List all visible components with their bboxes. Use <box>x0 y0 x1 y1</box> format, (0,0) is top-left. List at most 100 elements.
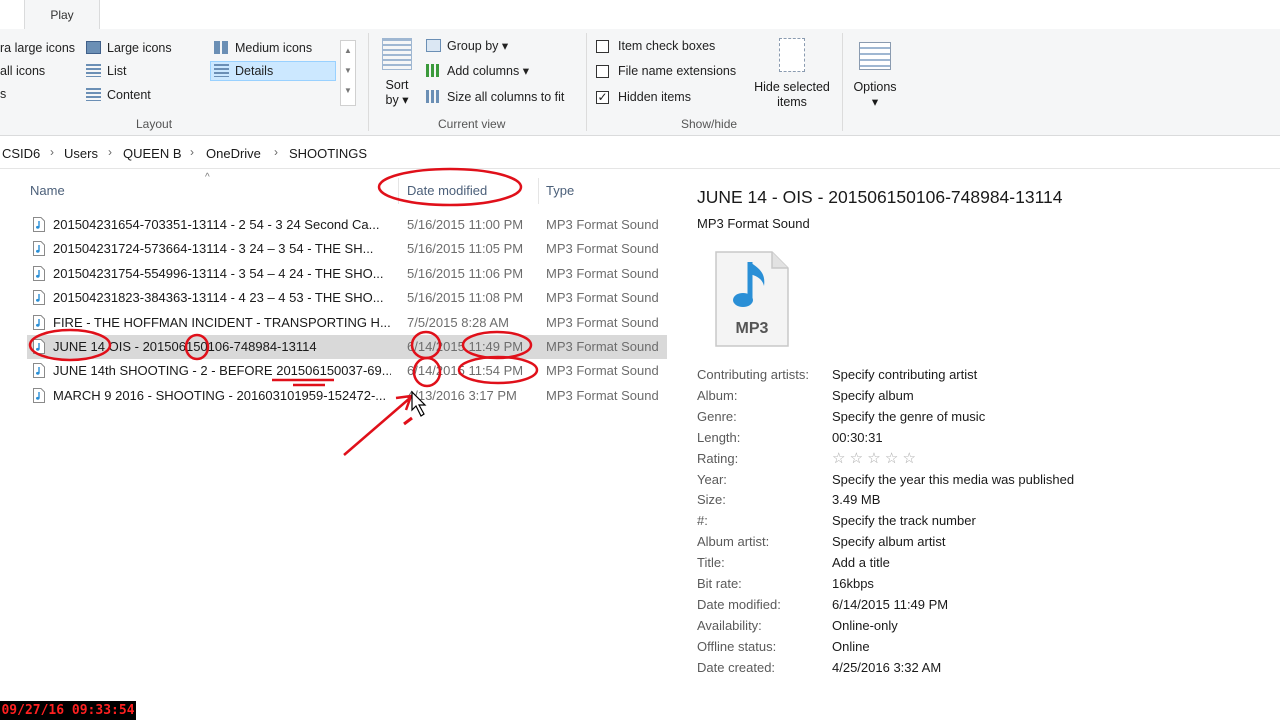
audio-file-icon <box>33 363 45 379</box>
layout-small-icons[interactable]: all icons <box>0 62 45 80</box>
breadcrumb-item[interactable]: Users <box>64 146 98 161</box>
hide-selected-items-button[interactable]: Hide selected items <box>750 38 834 112</box>
layout-tiles[interactable]: s <box>0 85 6 103</box>
group-by-button[interactable]: Group by ▾ <box>426 37 508 55</box>
file-name-extensions-label[interactable]: File name extensions <box>618 62 736 80</box>
ribbon-tab-strip <box>0 0 1280 30</box>
property-label: Size: <box>697 492 726 508</box>
property-value[interactable]: Add a title <box>832 555 890 570</box>
property-value[interactable]: Online <box>832 639 870 654</box>
options-button[interactable]: Options ▾ <box>848 38 902 112</box>
file-row[interactable]: MARCH 9 2016 - SHOOTING - 201603101959-1… <box>27 384 667 408</box>
audio-file-icon <box>33 290 45 306</box>
chevron-right-icon[interactable]: › <box>274 145 278 159</box>
audio-file-icon <box>33 339 45 354</box>
audio-file-icon <box>33 314 45 330</box>
item-check-boxes-checkbox[interactable] <box>596 40 609 53</box>
mp3-icon-label: MP3 <box>735 320 769 337</box>
hidden-items-label[interactable]: Hidden items <box>618 88 691 106</box>
breadcrumb-item[interactable]: CSID6 <box>2 146 40 161</box>
breadcrumb-item[interactable]: OneDrive <box>206 146 261 161</box>
expand-gallery-icon: ▼ <box>344 86 352 95</box>
options-icon <box>859 42 891 70</box>
layout-content[interactable]: Content <box>86 86 151 104</box>
sort-ascending-icon: ^ <box>205 172 210 183</box>
annotation-mark <box>403 416 413 426</box>
details-icon <box>214 64 229 77</box>
file-type: MP3 Format Sound <box>546 265 659 281</box>
file-name: 201504231754-554996-13114 - 3 54 – 4 24 … <box>53 265 384 281</box>
group-label-layout: Layout <box>136 117 173 131</box>
sort-by-button[interactable]: Sort by ▾ <box>380 38 414 108</box>
file-type: MP3 Format Sound <box>546 387 659 403</box>
file-date-modified: 5/16/2015 11:00 PM <box>407 217 524 232</box>
column-header-date-modified[interactable]: Date modified <box>407 183 487 198</box>
details-title: JUNE 14 - OIS - 201506150106-748984-1311… <box>697 187 1063 207</box>
chevron-right-icon[interactable]: › <box>108 145 112 159</box>
tab-play[interactable]: Play <box>24 0 100 29</box>
property-value[interactable]: 16kbps <box>832 576 874 591</box>
divider <box>368 33 369 131</box>
file-date-modified: 5/16/2015 11:05 PM <box>407 241 524 257</box>
layout-details[interactable]: Details <box>210 61 336 81</box>
property-value[interactable]: Online-only <box>832 618 898 633</box>
chevron-right-icon[interactable]: › <box>190 145 194 159</box>
item-check-boxes-label[interactable]: Item check boxes <box>618 37 715 55</box>
property-value[interactable]: Specify contributing artist <box>832 367 977 382</box>
file-name: JUNE 14th SHOOTING - 2 - BEFORE 20150615… <box>53 363 391 379</box>
file-name: 201504231823-384363-13114 - 4 23 – 4 53 … <box>53 290 384 306</box>
file-row[interactable]: 201504231754-554996-13114 - 3 54 – 4 24 … <box>27 262 667 286</box>
file-row[interactable]: 201504231823-384363-13114 - 4 23 – 4 53 … <box>27 286 667 310</box>
property-value[interactable]: Specify album <box>832 388 914 403</box>
hide-selected-icon <box>779 38 805 72</box>
mp3-file-icon: MP3 <box>714 250 790 348</box>
property-value[interactable]: Specify the genre of music <box>832 409 985 424</box>
file-row[interactable]: JUNE 14th SHOOTING - 2 - BEFORE 20150615… <box>27 359 667 383</box>
file-row[interactable]: 201504231724-573664-13114 - 3 24 – 3 54 … <box>27 237 667 261</box>
property-value[interactable]: Specify the track number <box>832 513 976 528</box>
layout-large-icons[interactable]: Large icons <box>86 39 172 57</box>
property-label: Rating: <box>697 450 739 466</box>
column-header-type[interactable]: Type <box>546 183 574 198</box>
file-type: MP3 Format Sound <box>546 241 659 257</box>
medium-icons-icon <box>214 41 229 54</box>
property-value[interactable]: 4/25/2016 3:32 AM <box>832 660 941 675</box>
file-row[interactable]: FIRE - THE HOFFMAN INCIDENT - TRANSPORTI… <box>27 311 667 335</box>
property-label: Length: <box>697 429 741 445</box>
group-label-show-hide: Show/hide <box>681 117 738 131</box>
divider[interactable] <box>538 178 539 204</box>
audio-file-icon <box>33 387 45 403</box>
chevron-right-icon[interactable]: › <box>50 145 54 159</box>
layout-list[interactable]: List <box>86 62 126 80</box>
divider[interactable] <box>398 178 399 204</box>
property-label: Album: <box>697 387 738 403</box>
file-name-extensions-checkbox[interactable] <box>596 65 609 78</box>
file-row[interactable]: 201504231654-703351-13114 - 2 54 - 3 24 … <box>27 213 667 237</box>
property-value[interactable]: Specify the year this media was publishe… <box>832 472 1074 487</box>
property-label: Year: <box>697 471 727 487</box>
rating-stars[interactable]: ☆ ☆ ☆ ☆ ☆ <box>832 449 916 467</box>
file-date-modified: 5/16/2015 11:06 PM <box>407 265 524 281</box>
divider <box>842 33 843 131</box>
breadcrumb-item[interactable]: SHOOTINGS <box>289 146 367 161</box>
audio-file-icon <box>33 217 45 232</box>
file-date-modified: 5/16/2015 11:08 PM <box>407 290 524 306</box>
property-value[interactable]: 6/14/2015 11:49 PM <box>832 597 948 612</box>
layout-medium-icons[interactable]: Medium icons <box>214 39 312 57</box>
options-label: Options ▾ <box>853 80 897 109</box>
property-value[interactable]: 00:30:31 <box>832 430 883 445</box>
group-by-icon <box>426 39 441 52</box>
breadcrumb-item[interactable]: QUEEN B <box>123 146 182 161</box>
column-header-name[interactable]: Name <box>30 183 65 198</box>
layout-extra-large-icons[interactable]: ra large icons <box>0 39 75 57</box>
checkmark-icon: ✓ <box>597 90 608 104</box>
file-row[interactable]: JUNE 14 OIS - 201506150106-748984-13114 6… <box>27 335 667 359</box>
hidden-items-checkbox[interactable]: ✓ <box>596 91 609 104</box>
property-value[interactable]: 3.49 MB <box>832 492 880 507</box>
size-columns-button[interactable]: Size all columns to fit <box>426 88 564 106</box>
layout-gallery-scroll[interactable]: ▲ ▼ ▼ <box>340 40 356 106</box>
property-value[interactable]: Specify album artist <box>832 534 945 549</box>
add-columns-button[interactable]: Add columns ▾ <box>426 62 529 80</box>
content-icon <box>86 88 101 101</box>
file-date-modified: 6/14/2015 11:54 PM <box>407 363 524 379</box>
